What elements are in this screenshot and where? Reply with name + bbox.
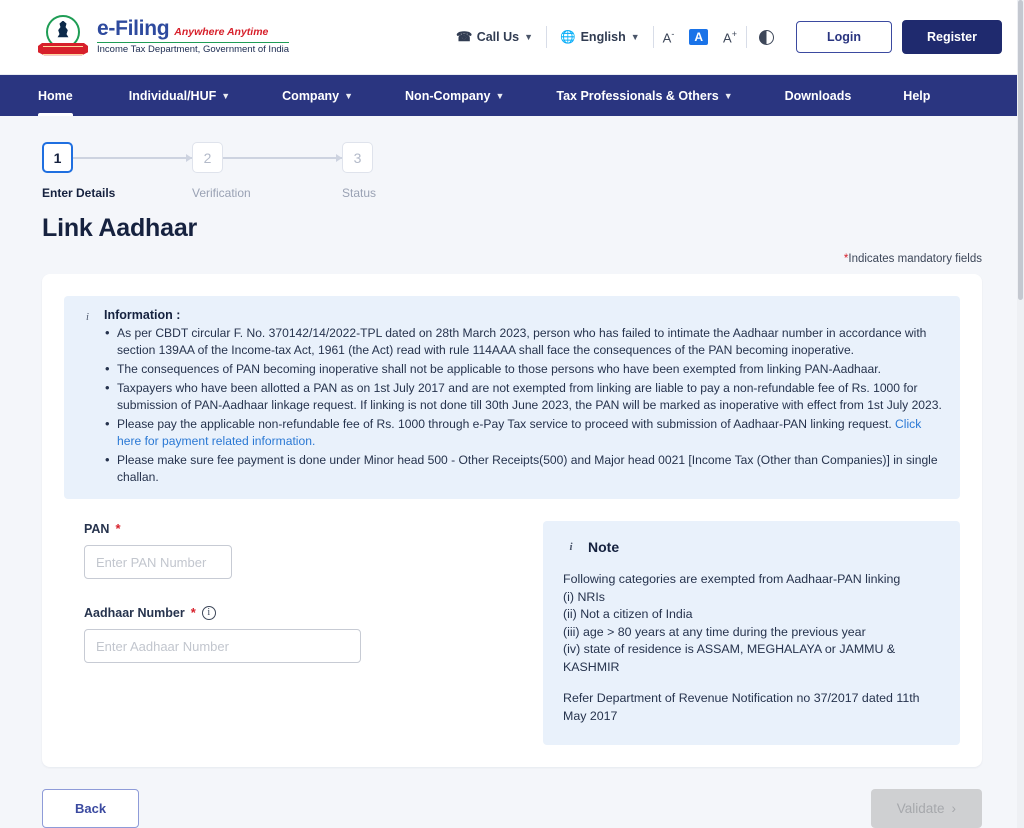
pan-field-group: PAN * [84,521,519,579]
chevron-down-icon: ▼ [495,90,505,101]
information-title: Information : [104,308,181,322]
step-label: Verification [192,186,251,200]
info-icon[interactable]: i [201,605,216,620]
brand-logo[interactable]: e-Filing Anywhere Anytime Income Tax Dep… [38,14,290,61]
chevron-down-icon: ▼ [524,32,534,42]
required-star: * [115,521,121,536]
nav-label: Downloads [784,88,852,103]
info-icon: i [86,312,89,323]
language-label: English [580,30,626,44]
note-item: (ii) Not a citizen of India [563,607,693,621]
step-status[interactable]: 3 Status [342,142,492,200]
mandatory-fields-note: *Indicates mandatory fields [26,243,998,265]
login-button[interactable]: Login [795,21,892,53]
main-navigation: Home Individual/HUF ▼ Company ▼ Non-Comp… [0,75,1024,116]
phone-icon: ☎ [455,29,472,44]
nav-item-tax-professionals[interactable]: Tax Professionals & Others ▼ [530,75,758,116]
font-normal-button[interactable]: A [689,28,709,45]
step-number: 2 [192,142,223,173]
call-us-menu[interactable]: ☎ Call Us ▼ [443,29,547,45]
mandatory-text: Indicates mandatory fields [848,253,982,265]
nav-label: Tax Professionals & Others [556,88,719,103]
nav-item-company[interactable]: Company ▼ [256,75,379,116]
scrollbar-thumb[interactable] [1018,0,1023,300]
nav-label: Help [903,88,931,103]
pan-label: PAN * [84,521,121,536]
font-increase-button[interactable]: A+ [714,29,746,45]
chevron-right-icon: › [951,801,957,816]
page-title: Link Aadhaar [42,214,198,242]
validate-label: Validate [896,801,945,816]
step-number: 1 [42,142,73,173]
link-aadhaar-card: i Information : As per CBDT circular F. … [42,274,982,767]
note-reference: Refer Department of Revenue Notification… [563,691,920,723]
language-menu[interactable]: 🌐 English ▼ [547,30,653,45]
information-bullet-list: As per CBDT circular F. No. 370142/14/20… [104,324,944,486]
brand-department: Income Tax Department, Government of Ind… [97,41,290,55]
step-verification[interactable]: 2 Verification [192,142,342,200]
list-item: As per CBDT circular F. No. 370142/14/20… [104,324,944,359]
progress-stepper: 1 Enter Details 2 Verification 3 Status [26,116,998,200]
validate-button[interactable]: Validate › [870,789,982,828]
note-header: i Note [563,539,940,555]
chevron-down-icon: ▼ [344,90,354,101]
note-item: (iii) age > 80 years at any time during … [563,624,866,639]
back-button[interactable]: Back [42,789,140,828]
nav-label: Non-Company [405,88,491,103]
site-header: e-Filing Anywhere Anytime Income Tax Dep… [0,0,1024,75]
info-icon: i [569,541,573,553]
form-fields: PAN * Aadhaar Number * i [64,521,519,745]
page-scrollbar[interactable] [1017,0,1024,828]
bullet-text: Please pay the applicable non-refundable… [117,417,896,431]
nav-item-help[interactable]: Help [877,75,956,116]
step-connector [73,154,192,161]
nav-label: Company [282,88,340,103]
note-item: (i) NRIs [563,589,605,604]
list-item: The consequences of PAN becoming inopera… [104,360,944,378]
font-decrease-button[interactable]: A- [654,29,684,45]
contrast-icon[interactable] [758,29,774,45]
list-item: Please make sure fee payment is done und… [104,451,944,486]
note-item: (iv) state of residence is ASSAM, MEGHAL… [563,642,896,674]
nav-item-non-company[interactable]: Non-Company ▼ [379,75,530,116]
nav-label: Individual/HUF [128,88,217,103]
nav-item-home[interactable]: Home [38,75,103,116]
information-panel: i Information : As per CBDT circular F. … [64,296,960,499]
nav-item-individual-huf[interactable]: Individual/HUF ▼ [103,75,256,116]
divider [745,26,747,48]
india-emblem-icon [38,14,88,61]
required-star: * [190,605,196,620]
aadhaar-field-group: Aadhaar Number * i [84,605,519,663]
step-label: Status [342,186,377,200]
form-actions: Back Validate › [26,767,998,828]
aadhaar-input[interactable] [84,629,361,663]
step-label: Enter Details [42,186,116,200]
nav-item-downloads[interactable]: Downloads [759,75,878,116]
brand-tagline: Anywhere Anytime [174,25,269,38]
chevron-down-icon: ▼ [221,90,231,101]
list-item: Taxpayers who have been allotted a PAN a… [104,379,944,414]
note-title: Note [588,539,620,555]
pan-input[interactable] [84,545,232,579]
aadhaar-label: Aadhaar Number * i [84,605,519,620]
register-button[interactable]: Register [901,20,1002,54]
chevron-down-icon: ▼ [630,32,640,42]
brand-efiling-text: e-Filing [97,16,170,40]
note-intro: Following categories are exempted from A… [563,572,901,586]
call-us-label: Call Us [476,30,520,44]
note-panel: i Note Following categories are exempted… [543,521,960,745]
globe-icon: 🌐 [560,29,576,44]
chevron-down-icon: ▼ [723,90,733,101]
step-enter-details[interactable]: 1 Enter Details [42,142,192,200]
step-connector [223,154,342,161]
list-item: Please pay the applicable non-refundable… [104,415,944,450]
nav-label: Home [38,88,73,103]
step-number: 3 [342,142,373,173]
